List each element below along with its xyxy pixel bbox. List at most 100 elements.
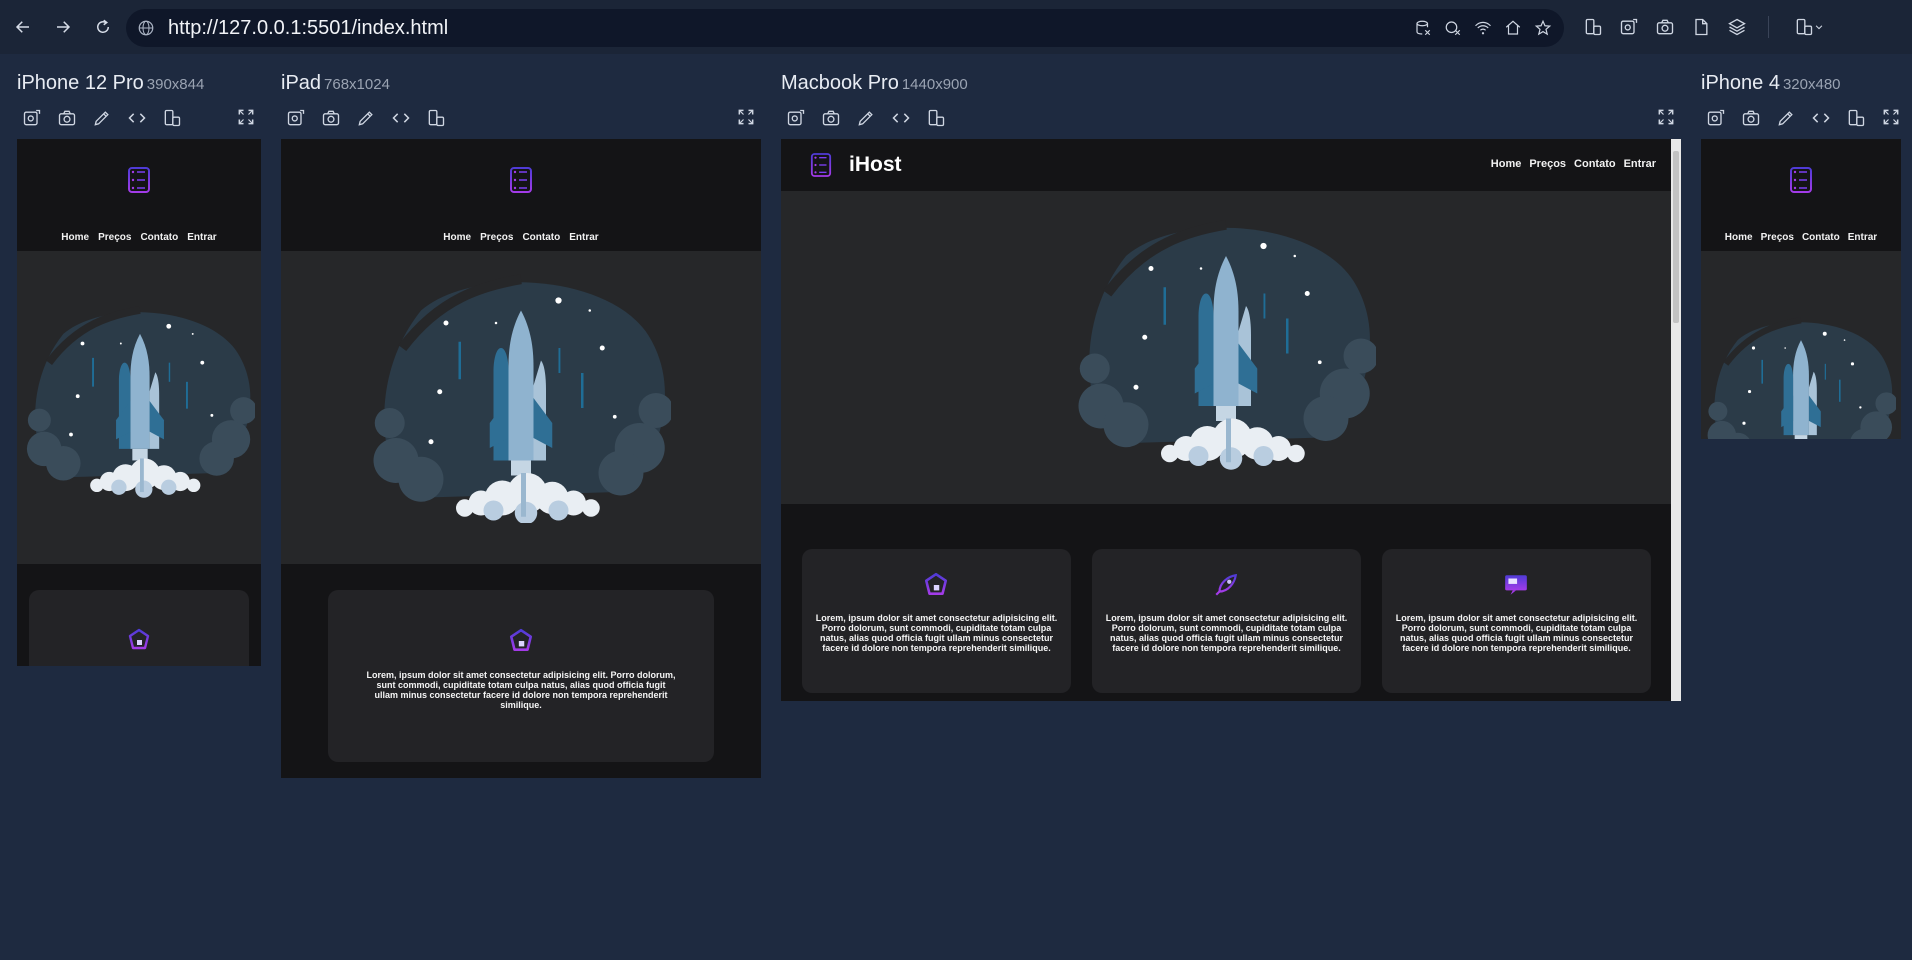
nav-home[interactable]: Home (443, 232, 471, 243)
device-title-macbookpro: Macbook Pro 1440x900 (781, 72, 968, 95)
nav-entrar[interactable]: Entrar (1848, 232, 1877, 243)
features-section: Lorem, ipsum dolor sit amet consectetur … (781, 504, 1671, 701)
feature-card (29, 590, 249, 666)
nav-home[interactable]: Home (1491, 158, 1522, 170)
extensions-menu-icon[interactable] (1789, 16, 1829, 38)
hero-section (281, 251, 761, 564)
inspect-icon[interactable] (21, 107, 43, 129)
server-logo-icon[interactable] (127, 166, 151, 194)
pen-icon[interactable] (855, 107, 877, 129)
database-off-icon[interactable] (1412, 17, 1434, 39)
server-logo-icon[interactable] (810, 152, 832, 178)
pen-icon[interactable] (91, 107, 113, 129)
scrollbar-thumb[interactable] (1673, 151, 1679, 323)
inspect-icon[interactable] (285, 107, 307, 129)
site-header: Home Preços Contato Entrar (281, 139, 761, 251)
reload-icon (97, 19, 110, 33)
rocket-icon (1213, 572, 1239, 598)
wifi-off-icon[interactable] (1472, 17, 1494, 39)
site-nav: Home Preços Contato Entrar (1491, 158, 1656, 170)
camera-icon[interactable] (320, 107, 342, 129)
camera-icon[interactable] (820, 107, 842, 129)
fullscreen-button[interactable] (1655, 106, 1677, 128)
layers-icon[interactable] (1726, 16, 1748, 38)
pen-icon[interactable] (1775, 107, 1797, 129)
edit-page-icon[interactable] (1618, 16, 1640, 38)
rotate-icon[interactable] (1845, 107, 1867, 129)
device-size: 768x1024 (324, 76, 390, 93)
site-nav: Home Preços Contato Entrar (281, 232, 761, 243)
hero-section (781, 191, 1671, 504)
device-frame-iphone12pro: Home Preços Contato Entrar (17, 139, 261, 666)
logo-text[interactable]: iHost (849, 153, 902, 177)
site-header: Home Preços Contato Entrar (1701, 139, 1901, 251)
nav-precos[interactable]: Preços (1529, 158, 1566, 170)
arrow-right-icon (57, 21, 71, 33)
code-icon[interactable] (390, 107, 412, 129)
feature-card: Lorem, ipsum dolor sit amet consectetur … (1092, 549, 1361, 693)
rotate-icon[interactable] (925, 107, 947, 129)
rotate-icon[interactable] (425, 107, 447, 129)
nav-precos[interactable]: Preços (480, 232, 513, 243)
pen-icon[interactable] (355, 107, 377, 129)
expand-icon (736, 107, 756, 127)
camera-icon[interactable] (56, 107, 78, 129)
home-icon[interactable] (1502, 17, 1524, 39)
feature-card-text: Lorem, ipsum dolor sit amet consectetur … (1105, 613, 1348, 653)
url-text[interactable]: http://127.0.0.1:5501/index.html (168, 17, 448, 40)
rotate-icon[interactable] (161, 107, 183, 129)
screenshot-icon[interactable] (1654, 16, 1676, 38)
chevron-down-icon (1815, 25, 1823, 30)
monitor-chat-icon (1503, 572, 1529, 598)
fullscreen-button[interactable] (1880, 106, 1902, 128)
inspect-icon[interactable] (1705, 107, 1727, 129)
forward-button[interactable] (52, 16, 74, 38)
fullscreen-button[interactable] (735, 106, 757, 128)
fullscreen-button[interactable] (235, 106, 257, 128)
server-logo-icon[interactable] (1789, 166, 1813, 194)
address-bar[interactable]: http://127.0.0.1:5501/index.html (126, 9, 1564, 47)
nav-precos[interactable]: Preços (1761, 232, 1794, 243)
rocket-illustration (371, 273, 671, 523)
code-icon[interactable] (890, 107, 912, 129)
code-icon[interactable] (126, 107, 148, 129)
nav-contato[interactable]: Contato (522, 232, 560, 243)
nav-contato[interactable]: Contato (1574, 158, 1616, 170)
nav-entrar[interactable]: Entrar (569, 232, 598, 243)
back-button[interactable] (12, 16, 34, 38)
expand-icon (1881, 107, 1901, 127)
inspect-icon[interactable] (785, 107, 807, 129)
nav-home[interactable]: Home (1725, 232, 1753, 243)
document-icon[interactable] (1690, 16, 1712, 38)
nav-contato[interactable]: Contato (140, 232, 178, 243)
device-name: iPhone 4 (1701, 72, 1780, 94)
star-icon[interactable] (1532, 17, 1554, 39)
arrow-left-icon (15, 21, 29, 33)
server-logo-icon[interactable] (509, 166, 533, 194)
code-icon[interactable] (1810, 107, 1832, 129)
reload-button[interactable] (92, 16, 114, 38)
nav-entrar[interactable]: Entrar (187, 232, 216, 243)
diamond-icon (508, 628, 534, 654)
nav-contato[interactable]: Contato (1802, 232, 1840, 243)
feature-card: Lorem, ipsum dolor sit amet consectetur … (1382, 549, 1651, 693)
nav-entrar[interactable]: Entrar (1624, 158, 1656, 170)
device-frame-ipad: Home Preços Contato Entrar Lorem, ipsum … (281, 139, 761, 778)
device-frame-macbookpro: iHost Home Preços Contato Entrar Lorem, … (781, 139, 1681, 701)
rocket-illustration (1076, 211, 1376, 476)
hero-section (1701, 251, 1901, 439)
features-section (17, 564, 261, 666)
device-size: 390x844 (146, 76, 205, 93)
responsive-viewer-icon[interactable] (1582, 16, 1604, 38)
device-title-ipad: iPad 768x1024 (281, 72, 390, 95)
camera-icon[interactable] (1740, 107, 1762, 129)
feature-card: Lorem, ipsum dolor sit amet consectetur … (802, 549, 1071, 693)
tracking-off-icon[interactable] (1442, 17, 1464, 39)
scrollbar[interactable] (1671, 139, 1681, 701)
toolbar-divider (1768, 16, 1769, 38)
expand-icon (236, 107, 256, 127)
feature-card-text: Lorem, ipsum dolor sit amet consectetur … (815, 613, 1058, 653)
nav-precos[interactable]: Preços (98, 232, 131, 243)
nav-home[interactable]: Home (61, 232, 89, 243)
device-name: Macbook Pro (781, 72, 899, 94)
